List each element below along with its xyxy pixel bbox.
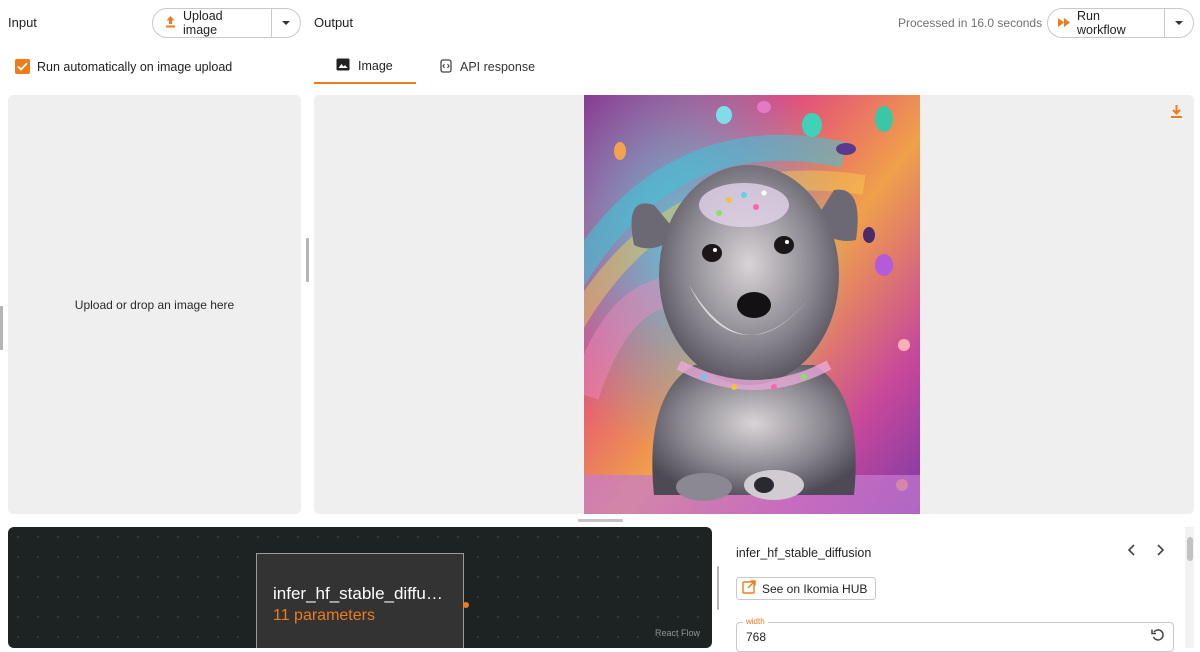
chevron-left-icon (1127, 544, 1135, 556)
width-field-value: 768 (746, 630, 767, 644)
params-scrollbar-thumb[interactable] (1187, 537, 1193, 561)
panel-resize-handle[interactable] (306, 238, 309, 282)
reset-icon[interactable] (1151, 628, 1165, 647)
width-field[interactable]: width 768 (736, 617, 1174, 652)
params-title: infer_hf_stable_diffusion (736, 546, 872, 560)
image-icon (336, 58, 350, 74)
workflow-canvas[interactable]: infer_hf_stable_diffusion 11 parameters … (8, 527, 712, 648)
fast-forward-icon (1058, 16, 1070, 30)
node-title: infer_hf_stable_diffusion (273, 584, 449, 603)
input-heading: Input (8, 15, 37, 30)
processed-time-text: Processed in 16.0 seconds (898, 16, 1043, 30)
left-collapse-handle[interactable] (0, 306, 3, 350)
node-parameter-count: 11 parameters (273, 607, 375, 624)
external-link-icon (742, 580, 756, 597)
chevron-right-icon (1157, 544, 1165, 556)
next-node-button[interactable] (1155, 543, 1165, 560)
upload-options-dropdown[interactable] (270, 9, 300, 37)
tab-api-response-label: API response (460, 60, 536, 74)
see-on-hub-button[interactable]: See on Ikomia HUB (736, 577, 877, 600)
run-workflow-split-button: Run workflow (1047, 8, 1194, 38)
caret-down-icon (1174, 21, 1183, 25)
run-workflow-button[interactable]: Run workflow (1048, 9, 1164, 37)
drop-zone-text: Upload or drop an image here (74, 297, 235, 312)
tab-image-label: Image (358, 59, 393, 73)
run-options-dropdown[interactable] (1163, 9, 1193, 37)
horizontal-resize-handle[interactable] (578, 519, 623, 522)
tab-api-response[interactable]: API response (418, 50, 557, 84)
workflow-node[interactable]: infer_hf_stable_diffusion 11 parameters (256, 553, 464, 648)
api-icon (440, 58, 452, 76)
upload-icon (165, 15, 176, 31)
flow-panel-resize-handle[interactable] (717, 566, 719, 610)
width-field-label: width (743, 617, 768, 626)
tab-image[interactable]: Image (314, 50, 416, 84)
node-output-handle[interactable] (463, 602, 469, 608)
image-drop-zone[interactable]: Upload or drop an image here (8, 95, 301, 514)
upload-image-label: Upload image (183, 9, 223, 37)
run-workflow-label: Run workflow (1077, 9, 1126, 37)
previous-node-button[interactable] (1127, 543, 1137, 560)
output-heading: Output (314, 15, 354, 30)
upload-image-button[interactable]: Upload image (153, 9, 271, 37)
check-icon (17, 62, 28, 71)
react-flow-attribution[interactable]: React Flow (655, 628, 700, 638)
auto-run-label: Run automatically on image upload (37, 60, 233, 74)
auto-run-checkbox[interactable] (15, 59, 30, 74)
download-icon[interactable] (1170, 105, 1183, 124)
caret-down-icon (281, 21, 290, 25)
output-image (584, 95, 920, 514)
upload-image-split-button: Upload image (152, 8, 301, 38)
see-on-hub-label: See on Ikomia HUB (762, 581, 868, 596)
